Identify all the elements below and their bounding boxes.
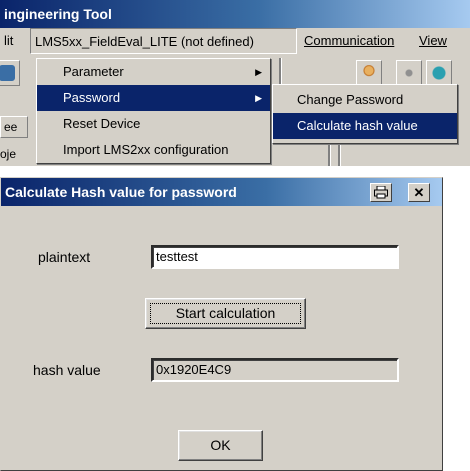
password-submenu: Change Password Calculate hash value bbox=[272, 84, 458, 144]
ok-button[interactable]: OK bbox=[178, 430, 263, 461]
hash-value-field[interactable]: 0x1920E4C9 bbox=[151, 358, 399, 382]
pane-divider-2 bbox=[338, 142, 341, 166]
menu-item-reset-device[interactable]: Reset Device bbox=[37, 111, 270, 137]
ok-button-label: OK bbox=[210, 437, 231, 453]
tab-stub[interactable]: ee bbox=[0, 116, 28, 138]
toolbar-button-1[interactable] bbox=[0, 60, 20, 86]
toolbar-button-connect[interactable] bbox=[396, 60, 422, 86]
menu-bar: lit LMS5xx_FieldEval_LITE (not defined) … bbox=[0, 28, 470, 56]
menu-item-parameter-label: Parameter bbox=[63, 64, 124, 79]
menu-item-calculate-hash[interactable]: Calculate hash value bbox=[273, 113, 457, 139]
submenu-arrow-icon: ▶ bbox=[255, 67, 262, 77]
device-dropdown-menu: Parameter ▶ Password ▶ Reset Device Impo… bbox=[36, 58, 271, 164]
toolbar-button-online[interactable] bbox=[426, 60, 452, 86]
menu-view-label: View bbox=[419, 33, 447, 48]
start-calculation-button[interactable]: Start calculation bbox=[145, 298, 306, 329]
focus-rect bbox=[150, 303, 301, 324]
tree-stub: oje bbox=[0, 147, 17, 161]
toolbar-blue-icon bbox=[0, 65, 15, 81]
menu-item-change-password[interactable]: Change Password bbox=[273, 87, 457, 113]
dialog-title: Calculate Hash value for password bbox=[5, 184, 237, 200]
print-button[interactable] bbox=[370, 183, 392, 202]
menu-item-password-label: Password bbox=[63, 90, 121, 105]
menu-item-import-lms2xx[interactable]: Import LMS2xx configuration bbox=[37, 137, 270, 163]
menu-view[interactable]: View bbox=[415, 28, 451, 54]
close-icon: ✕ bbox=[413, 185, 425, 200]
connect-icon bbox=[401, 65, 417, 81]
menu-item-reset-device-label: Reset Device bbox=[63, 116, 141, 131]
plaintext-label: plaintext bbox=[38, 249, 91, 265]
menu-item-calculate-hash-label: Calculate hash value bbox=[297, 118, 418, 133]
app-title-bar: ingineering Tool bbox=[0, 0, 470, 28]
submenu-arrow-icon: ▶ bbox=[255, 93, 262, 103]
menu-item-change-password-label: Change Password bbox=[297, 92, 404, 107]
menu-item-parameter[interactable]: Parameter ▶ bbox=[37, 59, 270, 85]
user-icon bbox=[361, 65, 377, 81]
online-icon bbox=[431, 65, 447, 81]
app-title: ingineering Tool bbox=[4, 6, 112, 22]
pane-divider bbox=[328, 142, 331, 166]
menu-communication-label: Communication bbox=[304, 33, 395, 48]
menu-edit-partial[interactable]: lit bbox=[0, 28, 17, 54]
toolbar-button-user[interactable] bbox=[356, 60, 382, 86]
hash-value-label: hash value bbox=[33, 362, 101, 378]
print-icon bbox=[374, 185, 388, 199]
menu-item-password[interactable]: Password ▶ bbox=[37, 85, 270, 111]
menu-item-import-lms2xx-label: Import LMS2xx configuration bbox=[63, 142, 229, 157]
close-button[interactable]: ✕ bbox=[408, 183, 430, 202]
calculate-hash-dialog: Calculate Hash value for password ✕ plai… bbox=[0, 177, 443, 471]
plaintext-input[interactable]: testtest bbox=[151, 245, 399, 269]
menu-communication[interactable]: Communication bbox=[300, 28, 398, 54]
app-window: ingineering Tool lit LMS5xx_FieldEval_LI… bbox=[0, 0, 470, 166]
menu-device[interactable]: LMS5xx_FieldEval_LITE (not defined) bbox=[30, 28, 297, 54]
